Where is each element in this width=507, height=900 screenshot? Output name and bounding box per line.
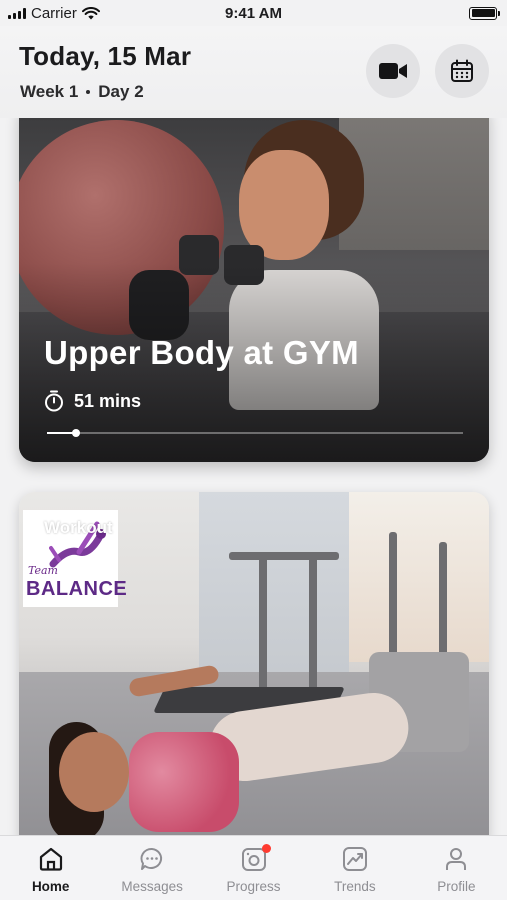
status-bar: Carrier 9:41 AM — [0, 0, 507, 26]
duration-label: 51 mins — [74, 390, 142, 411]
tab-label-messages: Messages — [121, 879, 183, 894]
tab-label-trends: Trends — [334, 879, 376, 894]
tab-label-profile: Profile — [437, 879, 476, 894]
dot-separator — [86, 90, 91, 94]
chat-bubble-icon — [140, 848, 163, 870]
card-title: Upper Body at GYM — [44, 334, 359, 371]
carrier-label: Carrier — [31, 4, 77, 22]
duration-row: 51 mins — [44, 390, 141, 412]
workout-card-upper-body[interactable]: Upper Body at GYM 51 mins — [19, 100, 489, 462]
calendar-button[interactable] — [435, 44, 489, 98]
week-label: Week 1 — [20, 82, 79, 101]
calendar-icon — [451, 59, 473, 82]
athlete-figure-plank — [39, 652, 413, 852]
status-left: Carrier — [8, 5, 100, 22]
logo-word: BALANCE — [26, 578, 128, 600]
card-category-label: Workout — [44, 518, 113, 537]
tab-progress[interactable]: Progress — [203, 836, 304, 900]
tab-bar: Home Messages Progress Trends Profile — [0, 835, 507, 900]
video-button[interactable] — [366, 44, 420, 98]
tab-label-progress: Progress — [226, 879, 281, 894]
tab-profile[interactable]: Profile — [406, 836, 507, 900]
video-progress-bar[interactable] — [47, 429, 463, 437]
tab-label-home: Home — [31, 879, 70, 894]
header: Today, 15 Mar Week 1 Day 2 — [0, 26, 507, 118]
battery-icon — [469, 6, 500, 20]
tab-trends[interactable]: Trends — [304, 836, 405, 900]
tab-home[interactable]: Home — [0, 836, 101, 900]
stopwatch-icon — [45, 390, 63, 412]
signal-icon — [8, 7, 26, 19]
page-title: Today, 15 Mar — [19, 41, 192, 71]
home-icon — [39, 847, 62, 871]
video-camera-icon — [379, 63, 407, 79]
week-day-row: Week 1 Day 2 — [20, 82, 144, 102]
notification-badge-dot — [261, 844, 271, 853]
trends-chart-icon — [342, 847, 367, 871]
tab-messages[interactable]: Messages — [101, 836, 202, 900]
day-label: Day 2 — [98, 82, 144, 101]
workout-card-balance[interactable]: Team BALANCE Workout — [19, 492, 489, 852]
logo-script-text: Team — [28, 564, 58, 577]
person-icon — [446, 848, 467, 870]
wifi-icon — [81, 6, 100, 19]
